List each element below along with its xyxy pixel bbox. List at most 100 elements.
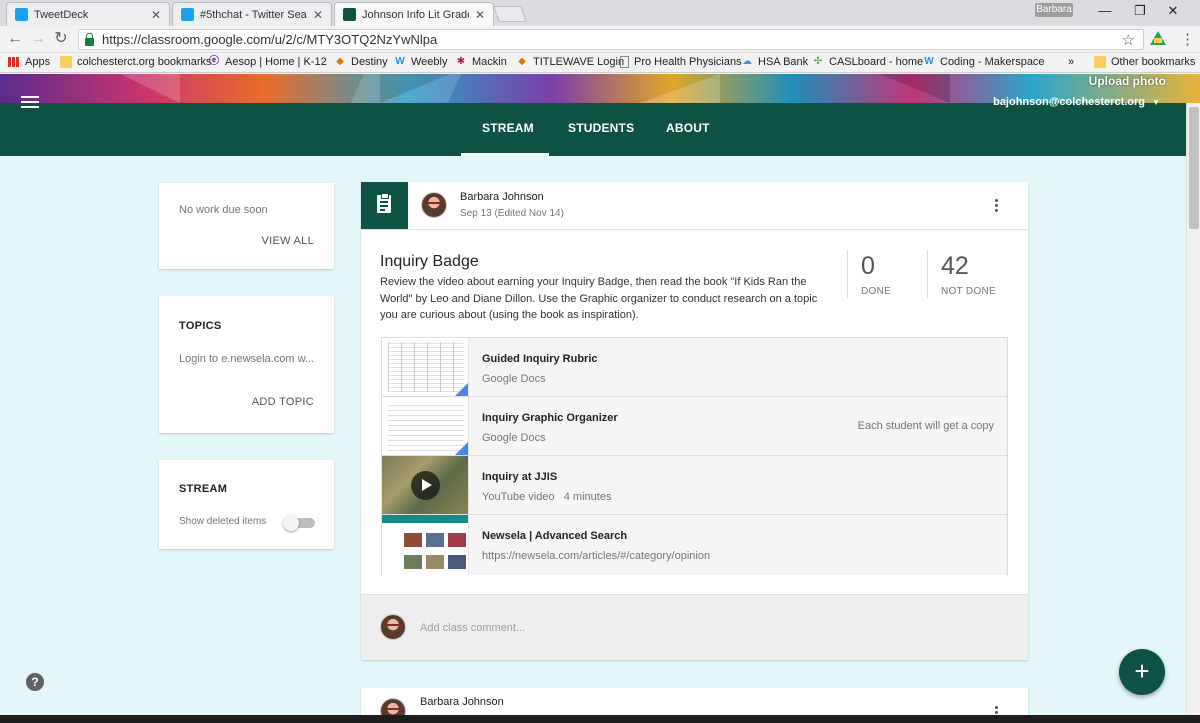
show-deleted-toggle[interactable] [283,515,315,531]
close-tab-icon[interactable]: ✕ [313,8,323,22]
class-nav-bar: STREAM STUDENTS ABOUT [0,103,1186,156]
tab-students[interactable]: STUDENTS [568,121,634,135]
back-icon[interactable]: ← [6,30,24,48]
divider [847,250,848,298]
webpage-thumbnail [382,515,469,575]
topic-item[interactable]: Login to e.newsela.com w... [179,353,314,365]
bookmark-coding-makerspace[interactable]: W Coding - Makerspace [923,56,1044,68]
topics-card: TOPICS Login to e.newsela.com w... ADD T… [159,296,334,433]
bookmark-label: Mackin [472,56,507,68]
attachment-guided-inquiry-rubric[interactable]: Guided Inquiry Rubric Google Docs [382,338,1007,397]
upcoming-text: No work due soon [179,204,268,216]
google-drive-icon[interactable] [1150,31,1166,45]
page-scrollbar[interactable] [1186,103,1200,715]
hamburger-menu-icon[interactable] [21,96,39,108]
view-all-link[interactable]: VIEW ALL [261,235,314,247]
caret-down-icon: ▼ [1152,98,1160,107]
destiny-icon: ◆ [336,56,344,67]
attachment-type: Google Docs [482,432,546,444]
apps-grid-icon [8,57,20,67]
titlewave-icon: ◆ [518,56,526,67]
mackin-icon: ✱ [456,56,466,67]
divider [361,229,1028,230]
add-post-button[interactable]: + [1119,649,1165,695]
assignment-description: Review the video about earning your Inqu… [380,276,818,321]
play-icon[interactable] [411,471,440,500]
bookmark-aesop[interactable]: ⓔ Aesop | Home | K-12 [208,56,327,68]
add-topic-link[interactable]: ADD TOPIC [252,396,314,408]
minimize-icon[interactable]: — [1095,3,1115,18]
forward-icon[interactable]: → [29,30,47,48]
bookmark-label: Aesop | Home | K-12 [225,56,327,68]
avatar [421,192,447,218]
google-doc-thumbnail [382,338,469,396]
attachment-youtube-video[interactable]: Inquiry at JJIS YouTube video 4 minutes [382,456,1007,515]
bookmark-weebly[interactable]: W Weebly [394,56,447,68]
google-docs-icon [455,383,468,396]
upload-photo-link[interactable]: Upload photo [1089,74,1166,88]
post-author: Barbara Johnson [460,191,544,203]
bookmark-caslboard[interactable]: ✣ CASLboard - home [812,56,923,68]
scrollbar-thumb[interactable] [1189,107,1199,229]
copy-setting-note: Each student will get a copy [857,420,994,432]
url-input[interactable]: https://classroom.google.com/u/2/c/MTY3O… [78,29,1144,50]
browser-tab-twitter-search[interactable]: #5thchat - Twitter Search ✕ [172,2,332,26]
chrome-menu-icon[interactable]: ⋮ [1180,30,1195,48]
attachment-newsela-link[interactable]: Newsela | Advanced Search https://newsel… [382,515,1007,575]
bookmark-hsa-bank[interactable]: ☁ HSA Bank [741,56,808,68]
bookmark-label: TITLEWAVE Login [533,56,625,68]
browser-tab-classroom[interactable]: Johnson Info Lit Grade 5 ✕ [334,2,494,26]
stream-settings-card: STREAM Show deleted items [159,460,334,549]
browser-tab-bar: TweetDeck ✕ #5thchat - Twitter Search ✕ … [0,0,1200,26]
bookmark-colchesterct[interactable]: colchesterct.org bookmarks [60,56,212,68]
bookmark-other-bookmarks[interactable]: Other bookmarks [1094,56,1195,68]
tab-stream[interactable]: STREAM [482,121,534,135]
more-options-icon[interactable] [995,199,999,214]
assignment-post: Barbara Johnson Sep 13 (Edited Nov 14) I… [361,182,1028,660]
bookmark-apps[interactable]: Apps [8,56,50,68]
bookmark-pro-health[interactable]: Pro Health Physicians [620,56,742,68]
post-date: Sep 13 (Edited Nov 14) [460,208,564,219]
video-thumbnail [382,456,469,514]
url-text: https://classroom.google.com/u/2/c/MTY3O… [102,32,438,47]
close-tab-icon[interactable]: ✕ [151,8,161,22]
attachment-type: YouTube video 4 minutes [482,491,612,503]
upcoming-card: No work due soon VIEW ALL [159,183,334,269]
bookmarks-overflow-button[interactable]: » [1068,56,1074,68]
new-tab-button[interactable] [493,6,527,22]
assignment-icon [361,182,408,229]
bookmark-label: HSA Bank [758,56,809,68]
reload-icon[interactable]: ↻ [52,30,70,48]
profile-chip[interactable]: Barbara [1035,3,1073,17]
google-doc-thumbnail [382,397,469,455]
attachment-type: Google Docs [482,373,546,385]
cloud-icon: ☁ [742,56,752,67]
tab-about[interactable]: ABOUT [666,121,710,135]
address-bar-row: ← → ↻ https://classroom.google.com/u/2/c… [0,26,1200,53]
bookmark-label: Weebly [411,56,448,68]
assignment-title[interactable]: Inquiry Badge [380,253,479,271]
bookmark-destiny[interactable]: ◆ Destiny [334,56,388,68]
divider [927,250,928,298]
class-comment-input[interactable]: Add class comment... [420,622,525,634]
lock-icon [85,32,94,46]
bookmark-titlewave[interactable]: ◆ TITLEWAVE Login [516,56,624,68]
account-switcher[interactable]: bajohnson@colchesterct.org ▼ [993,96,1160,108]
active-tab-indicator [461,153,549,156]
weebly-icon: W [395,56,405,67]
os-taskbar [0,715,1200,723]
attachment-graphic-organizer[interactable]: Inquiry Graphic Organizer Google Docs Ea… [382,397,1007,456]
account-email: bajohnson@colchesterct.org [993,96,1146,108]
pinwheel-icon: ✣ [813,56,823,67]
close-tab-icon[interactable]: ✕ [475,8,485,22]
help-icon[interactable]: ? [26,673,44,691]
attachment-title: Inquiry at JJIS [482,471,558,483]
close-window-icon[interactable]: ✕ [1163,3,1183,19]
done-count[interactable]: 0 [861,252,875,281]
restore-icon[interactable]: ❐ [1130,3,1150,19]
bookmark-star-icon[interactable]: ☆ [1122,31,1135,49]
browser-tab-tweetdeck[interactable]: TweetDeck ✕ [6,2,170,26]
bookmark-mackin[interactable]: ✱ Mackin [455,56,507,68]
weebly-icon: W [924,56,934,67]
not-done-count[interactable]: 42 [941,252,969,281]
